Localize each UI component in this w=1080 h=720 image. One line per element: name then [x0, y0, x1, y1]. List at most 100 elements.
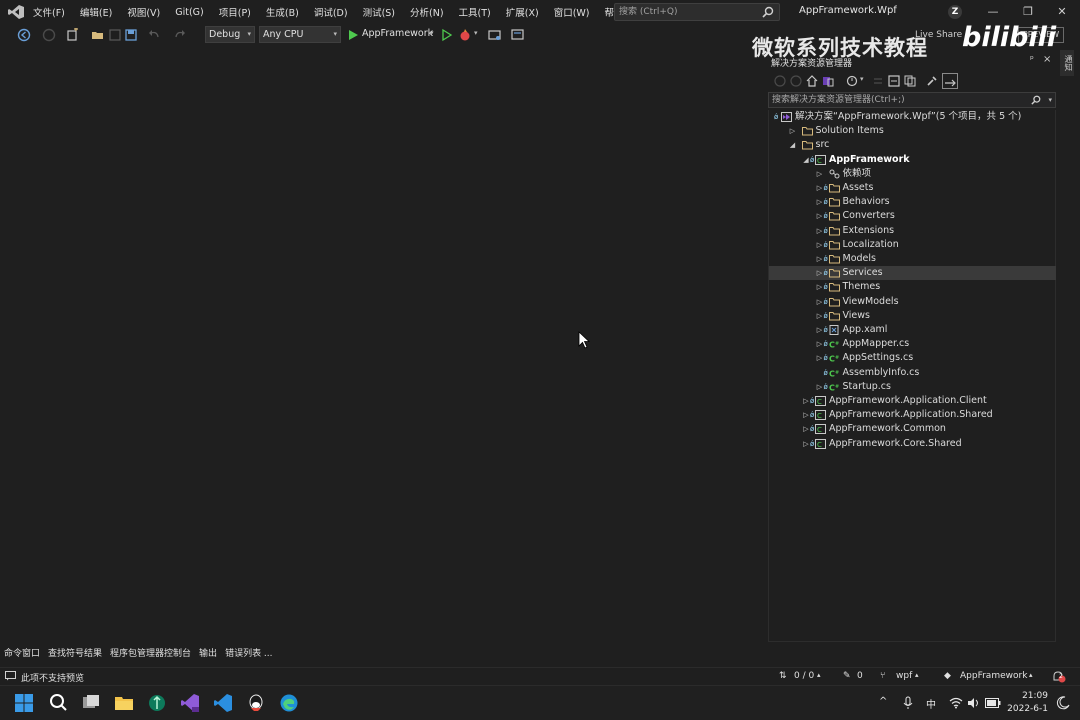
menu-item[interactable]: 扩展(X) [506, 5, 539, 19]
chevron-up-icon[interactable]: ▴ [1029, 671, 1033, 679]
show-all-files-icon[interactable] [904, 75, 916, 87]
tree-item[interactable]: ▷ ǿ C AppFramework.Common [769, 422, 1056, 436]
changes-count[interactable]: 0 / 0 [794, 671, 814, 681]
bottom-tab[interactable]: 命令窗口 [4, 646, 40, 662]
tree-item[interactable]: ▷ ǿ C # AppSettings.cs [769, 351, 1056, 365]
configuration-select[interactable]: Debug ▾ [205, 26, 255, 43]
tree-item[interactable]: ▷ ǿ Assets [769, 181, 1056, 195]
tree-item[interactable]: ▷ ǿ Extensions [769, 224, 1056, 238]
new-item-icon[interactable] [66, 28, 80, 42]
save-all-icon[interactable] [124, 28, 138, 42]
tree-item[interactable]: ▷ ǿ Views [769, 309, 1056, 323]
chevron-down-icon[interactable]: ▾ [860, 75, 864, 83]
vscode-icon[interactable] [213, 693, 233, 713]
startup-project-button[interactable]: AppFramework [362, 28, 433, 39]
forward-icon[interactable] [790, 75, 802, 87]
tree-item[interactable]: ▷ ǿ C # AppMapper.cs [769, 337, 1056, 351]
bottom-tab[interactable]: 错误列表 ... [225, 646, 272, 662]
file-explorer-icon[interactable] [114, 693, 134, 713]
tree-item[interactable]: ▷ Solution Items [769, 124, 1056, 138]
chevron-up-icon[interactable]: ▴ [915, 671, 919, 679]
pin-icon[interactable]: ᵖ [1030, 55, 1034, 65]
branch-name[interactable]: wpf [896, 671, 912, 681]
undo-icon[interactable] [147, 28, 161, 42]
user-avatar[interactable]: Z [948, 5, 962, 19]
collapse-all-icon[interactable] [888, 75, 900, 87]
edge-icon[interactable] [279, 693, 299, 713]
solution-explorer-search-input[interactable]: 搜索解决方案资源管理器(Ctrl+;) ▾ [768, 92, 1056, 108]
battery-icon[interactable] [985, 697, 1001, 709]
bottom-tab[interactable]: 查找符号结果 [48, 646, 102, 662]
close-button[interactable]: ✕ [1054, 4, 1070, 20]
menu-item[interactable]: Git(G) [175, 7, 204, 18]
browser-link-icon[interactable] [488, 28, 502, 42]
home-icon[interactable] [806, 75, 818, 87]
bottom-tab[interactable]: 输出 [199, 646, 217, 662]
tree-item[interactable]: ▷ ǿ Behaviors [769, 195, 1056, 209]
tree-item[interactable]: ▷ 依赖项 [769, 167, 1056, 181]
tree-item[interactable]: ◢ ǿ C AppFramework [769, 153, 1056, 167]
night-light-icon[interactable] [1056, 696, 1070, 710]
gitkraken-icon[interactable] [147, 693, 167, 713]
global-search-input[interactable]: 搜索 (Ctrl+Q) [614, 3, 780, 21]
tree-item[interactable]: ▷ ǿ Services [769, 266, 1056, 281]
tree-item[interactable]: ▷ ǿ C AppFramework.Application.Shared [769, 408, 1056, 422]
maximize-button[interactable]: ❐ [1020, 4, 1036, 20]
start-without-debug-icon[interactable] [440, 28, 454, 42]
toolbar-options-icon[interactable] [511, 28, 525, 42]
menu-item[interactable]: 分析(N) [410, 5, 444, 19]
minimize-button[interactable]: — [985, 4, 1001, 20]
windows-start-icon[interactable] [14, 693, 34, 713]
tree-item[interactable]: ▷ ǿ App.xaml [769, 323, 1056, 337]
visual-studio-app-icon[interactable] [180, 693, 200, 713]
switch-views-icon[interactable] [822, 75, 834, 87]
menu-item[interactable]: 工具(T) [459, 5, 491, 19]
repo-name[interactable]: AppFramework [960, 671, 1027, 681]
tree-item[interactable]: ▷ ǿ C AppFramework.Application.Client [769, 394, 1056, 408]
hot-reload-icon[interactable] [458, 28, 472, 42]
tree-item[interactable]: ▷ ǿ Localization [769, 238, 1056, 252]
menu-item[interactable]: 窗口(W) [554, 5, 590, 19]
menu-item[interactable]: 测试(S) [363, 5, 395, 19]
system-clock[interactable]: 21:09 2022-6-1 [1007, 690, 1048, 716]
tree-item[interactable]: ▷ ǿ Converters [769, 209, 1056, 223]
pending-changes-icon[interactable] [846, 75, 858, 87]
menu-item[interactable]: 生成(B) [266, 5, 299, 19]
sync-icon[interactable] [872, 75, 884, 87]
task-view-icon[interactable] [81, 693, 101, 713]
menu-item[interactable]: 视图(V) [127, 5, 160, 19]
platform-select[interactable]: Any CPU ▾ [259, 26, 341, 43]
tree-item[interactable]: ǿ C # AssemblyInfo.cs [769, 366, 1056, 380]
navigate-forward-icon[interactable] [42, 28, 56, 42]
expand-arrow-icon[interactable]: ▷ [788, 124, 798, 138]
tree-item[interactable]: ▷ ǿ ViewModels [769, 295, 1056, 309]
menu-item[interactable]: 调试(D) [314, 5, 348, 19]
microphone-icon[interactable] [903, 696, 913, 710]
wifi-icon[interactable] [949, 697, 963, 709]
back-icon[interactable] [774, 75, 786, 87]
tree-item[interactable]: ▷ ǿ C # Startup.cs [769, 380, 1056, 394]
bottom-tab[interactable]: 程序包管理器控制台 [110, 646, 191, 662]
properties-icon[interactable] [926, 75, 938, 87]
preview-selected-items-icon[interactable] [942, 73, 958, 89]
expand-arrow-icon[interactable]: ▷ [815, 167, 825, 181]
menu-item[interactable]: 文件(F) [33, 5, 65, 19]
search-icon[interactable] [48, 693, 68, 713]
volume-icon[interactable] [967, 697, 981, 709]
menu-item[interactable]: 项目(P) [219, 5, 251, 19]
tree-item[interactable]: ǿ 解决方案“AppFramework.Wpf”(5 个项目，共 5 个) [769, 110, 1056, 124]
collapse-arrow-icon[interactable]: ◢ [788, 138, 798, 152]
chevron-down-icon[interactable]: ▾ [430, 29, 434, 37]
menu-item[interactable]: 编辑(E) [80, 5, 112, 19]
tree-item[interactable]: ▷ ǿ Models [769, 252, 1056, 266]
chevron-up-icon[interactable]: ^ [879, 696, 887, 707]
ime-indicator[interactable]: 中 [926, 696, 936, 711]
chevron-up-icon[interactable]: ▴ [817, 671, 821, 679]
chevron-down-icon[interactable]: ▾ [474, 29, 478, 37]
chevron-down-icon[interactable]: ▾ [1048, 93, 1052, 107]
edits-count[interactable]: 0 [857, 671, 863, 681]
panel-close-button[interactable]: × [1043, 54, 1051, 65]
start-debug-icon[interactable] [346, 28, 360, 42]
tree-item[interactable]: ▷ ǿ Themes [769, 280, 1056, 294]
notifications-side-tab[interactable]: 通知 [1060, 50, 1074, 76]
